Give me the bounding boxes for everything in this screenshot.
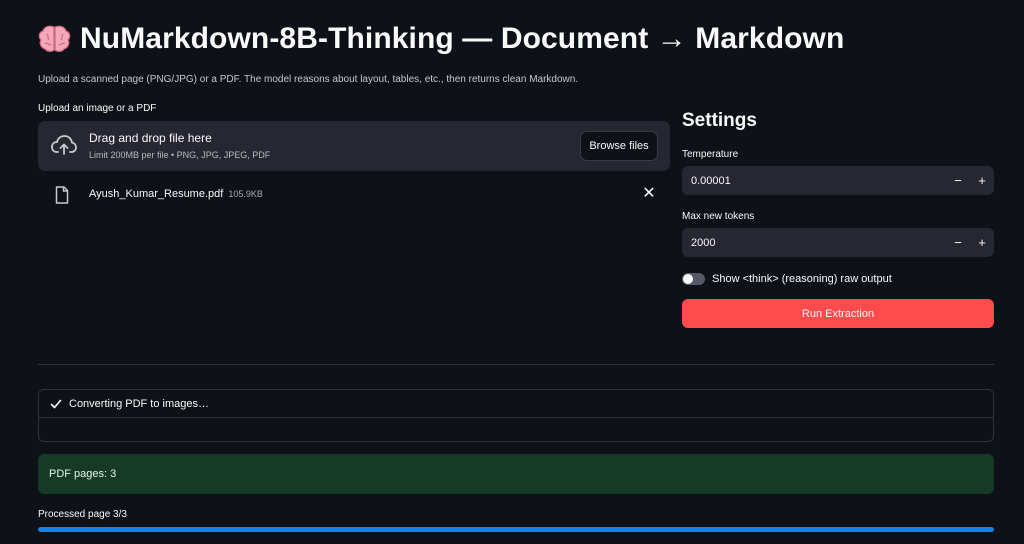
temperature-stepper: − + [682,166,994,195]
max-tokens-decrement-button[interactable]: − [946,228,970,257]
show-think-toggle[interactable] [682,273,705,285]
progress-bar-fill [38,527,994,532]
show-think-toggle-row: Show <think> (reasoning) raw output [682,271,892,287]
page-subtitle: Upload a scanned page (PNG/JPG) or a PDF… [38,74,579,85]
pdf-pages-text: PDF pages: 3 [49,468,117,480]
check-icon [50,399,62,408]
temperature-increment-button[interactable]: + [970,166,994,195]
section-divider [38,364,994,365]
dropzone-title: Drag and drop file here [89,131,212,145]
brain-icon [38,25,71,52]
cloud-upload-icon [51,135,77,155]
file-name-text: Ayush_Kumar_Resume.pdf [89,188,224,200]
progress-label: Processed page 3/3 [38,509,127,520]
run-extraction-button[interactable]: Run Extraction [682,299,994,328]
uploader-label: Upload an image or a PDF [38,103,157,114]
file-dropzone[interactable]: Drag and drop file here Limit 200MB per … [38,121,670,171]
browse-files-button[interactable]: Browse files [580,131,658,161]
temperature-decrement-button[interactable]: − [946,166,970,195]
max-tokens-increment-button[interactable]: + [970,228,994,257]
show-think-toggle-label: Show <think> (reasoning) raw output [712,273,892,285]
file-size: 105.9KB [228,189,263,199]
uploaded-file-row: Ayush_Kumar_Resume.pdf 105.9KB ✕ [38,183,670,207]
temperature-label: Temperature [682,149,739,160]
status-expander-header[interactable]: Converting PDF to images… [39,390,993,418]
temperature-input[interactable] [682,166,942,195]
pdf-pages-alert: PDF pages: 3 [38,454,994,494]
dropzone-limits: Limit 200MB per file • PNG, JPG, JPEG, P… [89,150,271,160]
status-expander: Converting PDF to images… [38,389,994,442]
progress-bar [38,527,994,532]
page-title-text: NuMarkdown-8B-Thinking — Document → Mark… [80,22,845,55]
file-icon [55,186,69,204]
max-tokens-stepper: − + [682,228,994,257]
uploaded-file-name: Ayush_Kumar_Resume.pdf 105.9KB [89,188,263,200]
status-text: Converting PDF to images… [69,397,209,410]
close-icon[interactable]: ✕ [640,185,658,203]
max-tokens-label: Max new tokens [682,211,755,222]
settings-heading: Settings [682,110,757,131]
page-title: NuMarkdown-8B-Thinking — Document → Mark… [38,22,844,56]
max-tokens-input[interactable] [682,228,942,257]
